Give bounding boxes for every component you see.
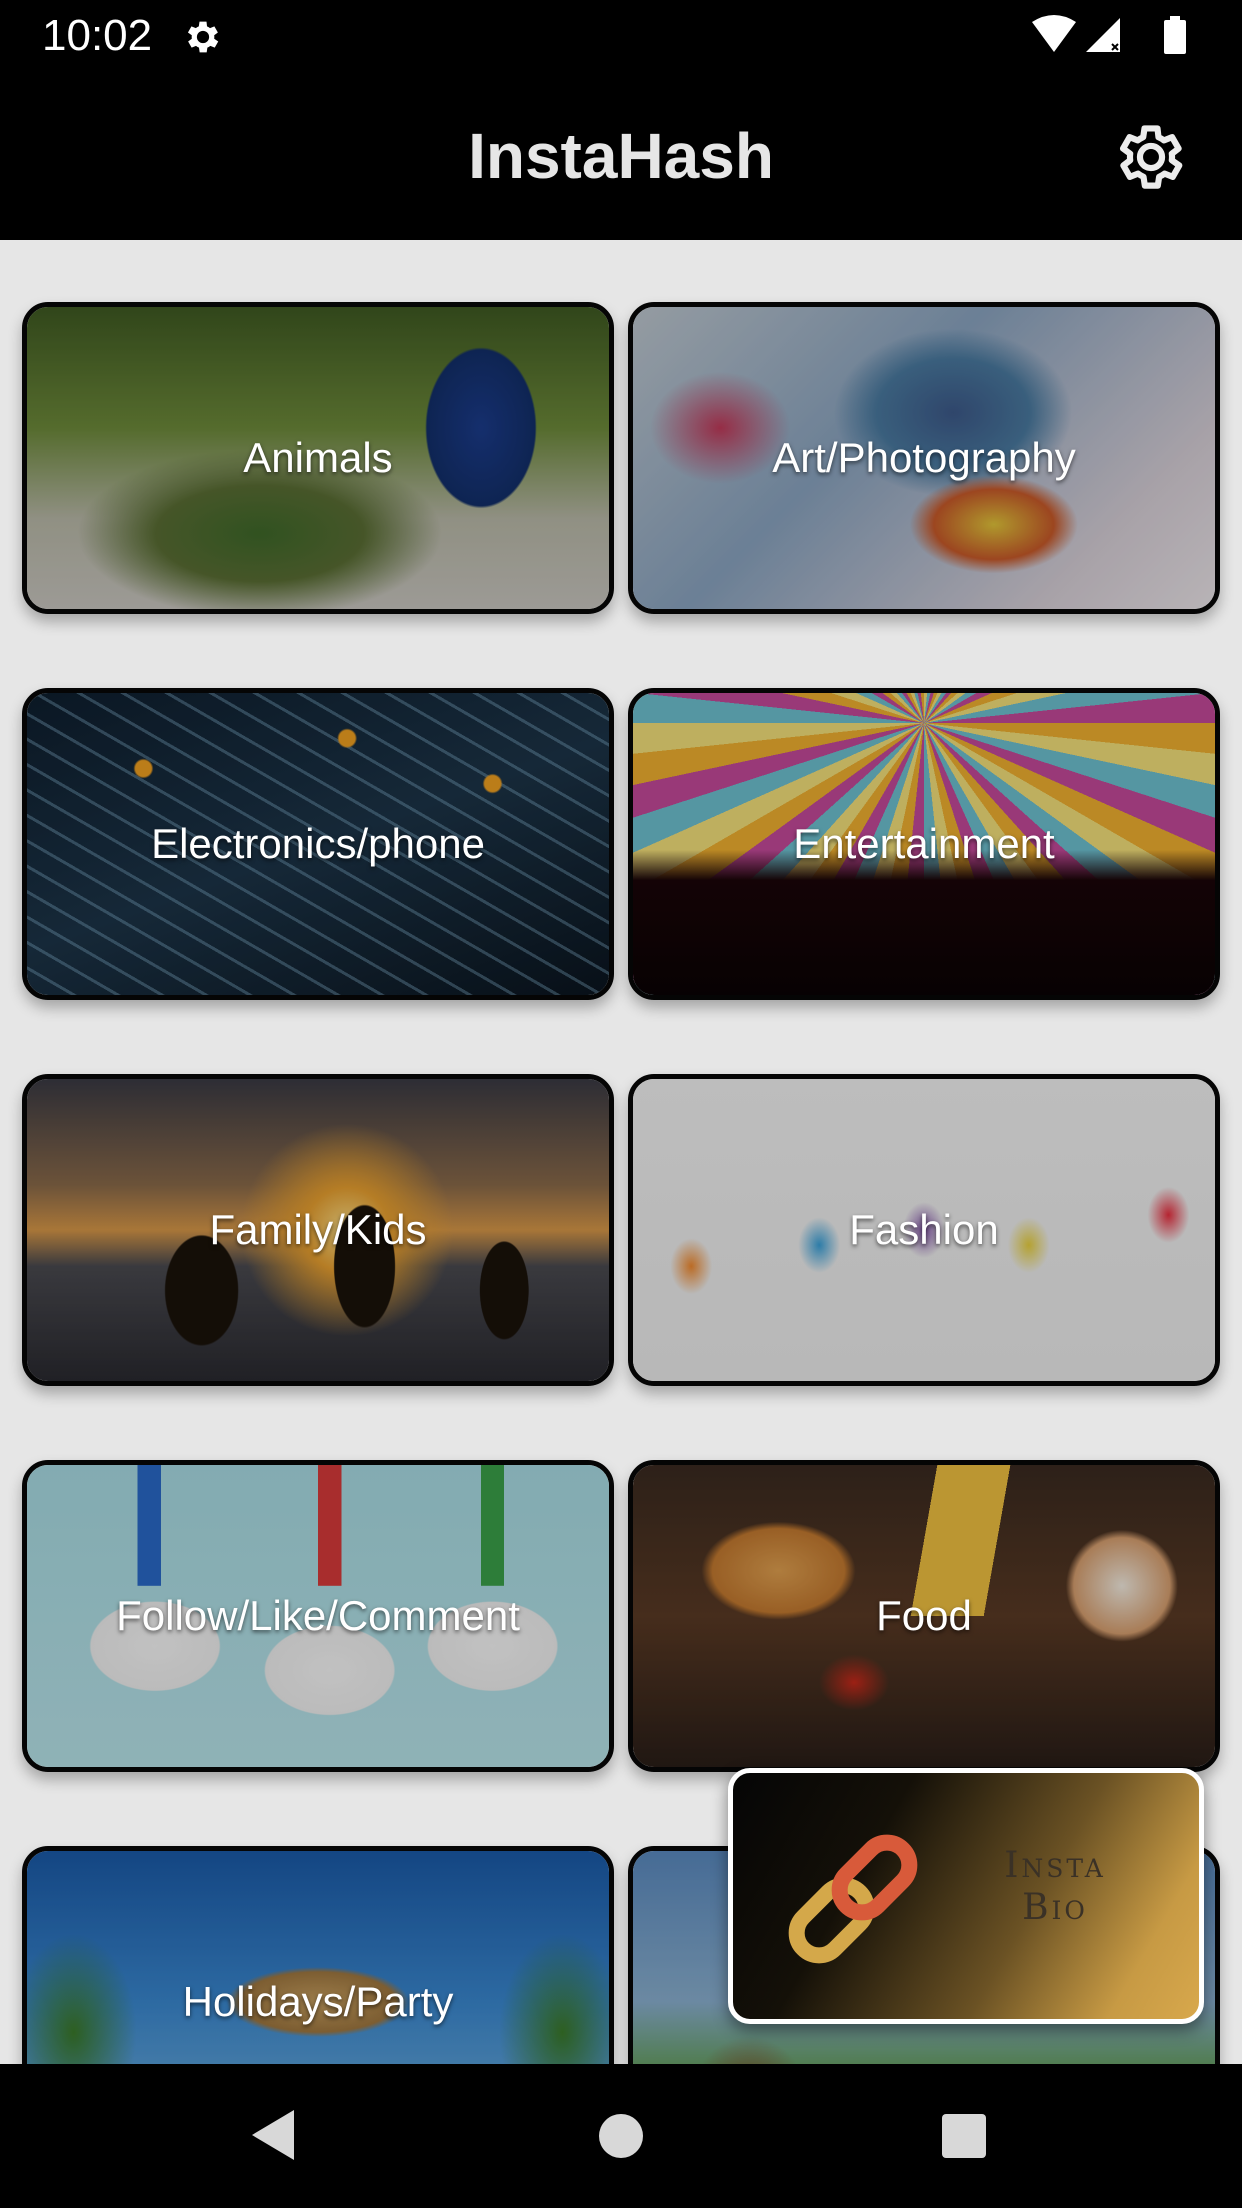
category-card-food[interactable]: Food [628,1460,1220,1772]
card-label: Art/Photography [772,434,1076,481]
status-bar: 10:02 [0,0,1242,72]
link-icon [788,1834,918,1964]
insta-bio-line1: Insta [1004,1845,1106,1886]
category-card-holidays-party[interactable]: Holidays/Party [22,1846,614,2064]
card-label: Family/Kids [209,1206,427,1253]
card-label: Electronics/phone [151,820,485,867]
insta-bio-line2: Bio [1022,1887,1088,1928]
card-label: Animals [243,434,393,481]
wifi-icon [1032,15,1076,52]
app-title: InstaHash [468,120,774,192]
card-label: Fashion [849,1206,999,1253]
card-label: Entertainment [793,820,1055,867]
navigation-bar [0,2064,1242,2208]
signal-icon [1086,18,1120,52]
category-card-electronics-phone[interactable]: Electronics/phone [22,688,614,1000]
battery-icon [1164,16,1186,54]
home-icon[interactable] [597,2112,645,2160]
insta-bio-label: Insta Bio [965,1845,1145,1929]
category-card-animals[interactable]: Animals [22,302,614,614]
card-label: Food [876,1592,972,1639]
category-card-follow-like-comment[interactable]: Follow/Like/Comment [22,1460,614,1772]
status-time: 10:02 [42,11,153,60]
category-card-family-kids[interactable]: Family/Kids [22,1074,614,1386]
insta-bio-button[interactable]: Insta Bio [728,1768,1204,2024]
card-label: Follow/Like/Comment [116,1592,520,1639]
category-card-fashion[interactable]: Fashion [628,1074,1220,1386]
status-icons [1032,15,1186,54]
card-label: Holidays/Party [182,1978,454,2025]
settings-icon [187,21,219,53]
category-card-entertainment[interactable]: Entertainment [628,688,1220,1000]
app-bar: InstaHash [0,72,1242,240]
back-icon[interactable] [248,2108,298,2162]
gear-icon[interactable] [1112,118,1190,196]
recents-icon[interactable] [940,2112,988,2160]
category-card-art-photography[interactable]: Art/Photography [628,302,1220,614]
